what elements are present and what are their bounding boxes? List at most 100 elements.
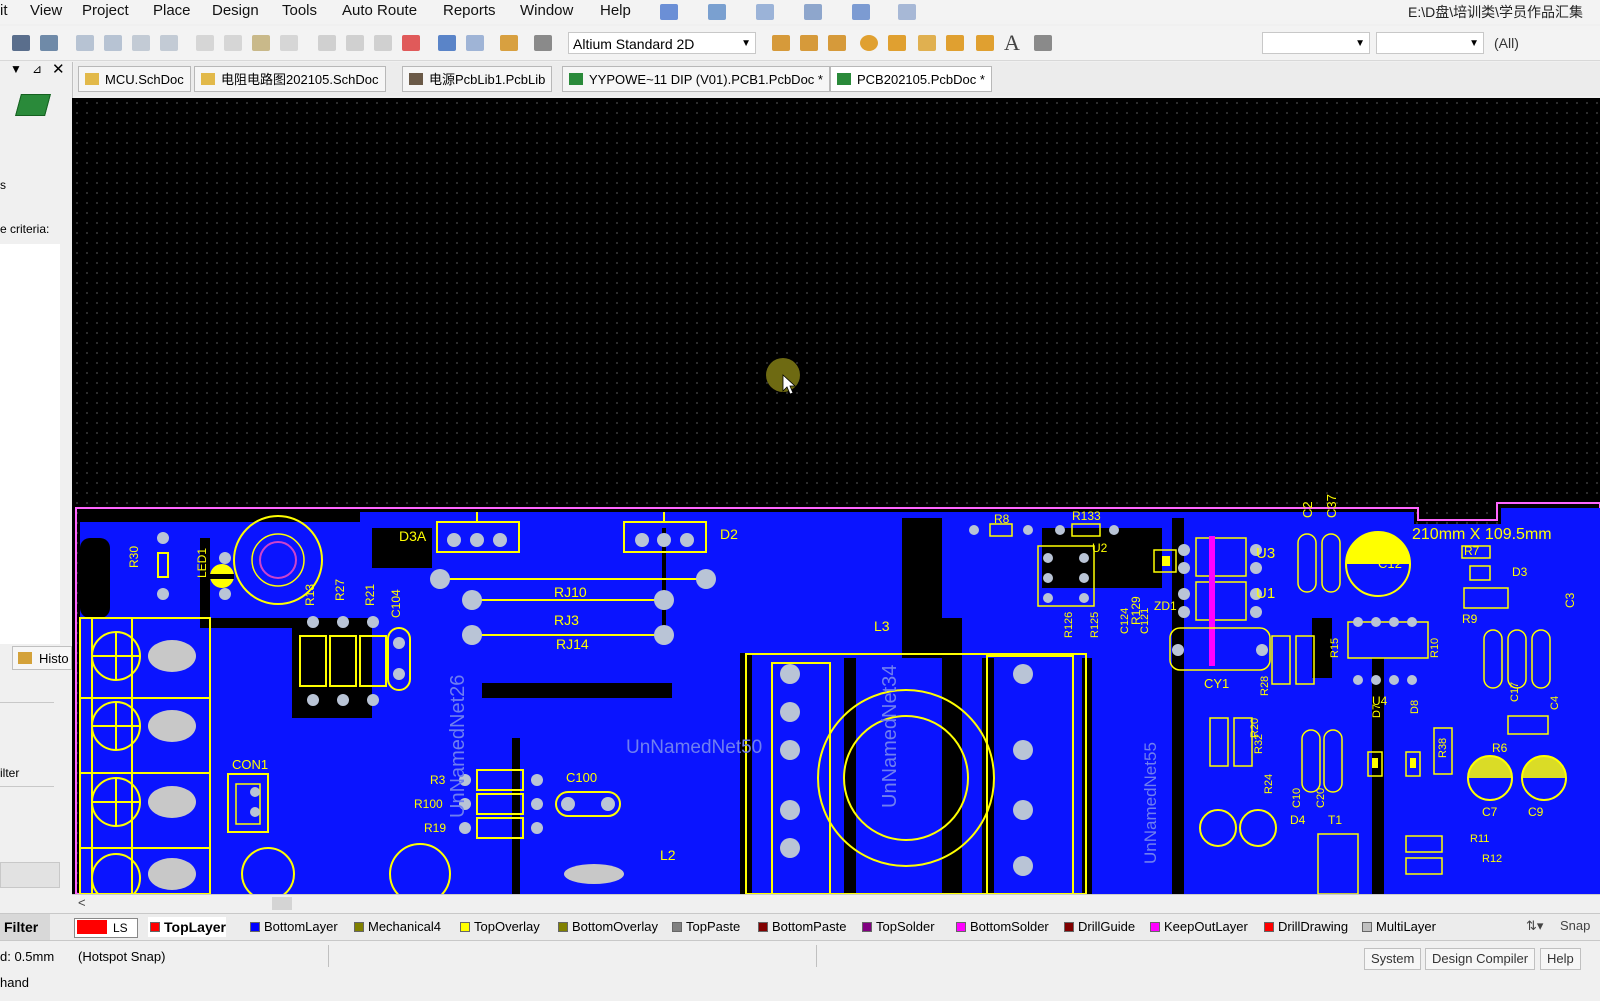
menu-window[interactable]: Window	[520, 2, 573, 19]
divider	[328, 945, 329, 967]
rubber-stamp-icon[interactable]	[280, 35, 298, 51]
tab-yypowe-pcbdoc[interactable]: YYPOWE~11 DIP (V01).PCB1.PcbDoc *	[562, 66, 830, 92]
menu-tools[interactable]: Tools	[282, 2, 317, 19]
layer-tab-mechanical4[interactable]: Mechanical4	[352, 917, 441, 937]
pcb-canvas[interactable]: D3A D2 RJ10 RJ3 RJ14 L3 L2 CON1 R3 R100 R19 C100 R30…	[72, 98, 1600, 894]
scroll-left-icon[interactable]: <	[78, 895, 86, 910]
text-style-icon[interactable]	[756, 4, 774, 20]
chart-icon[interactable]	[660, 4, 678, 20]
route-multiple-icon[interactable]	[800, 35, 818, 51]
pad-icon[interactable]	[860, 35, 878, 51]
move-icon[interactable]	[346, 35, 364, 51]
divider	[0, 786, 54, 787]
layer-tab-toplayer[interactable]: TopLayer	[148, 917, 226, 937]
horizontal-scrollbar[interactable]: <	[72, 894, 1600, 913]
string-icon[interactable]: A	[1004, 30, 1020, 56]
component-label-d7: D7	[1371, 704, 1383, 718]
layer-tab-bar: Filter LS TopLayer BottomLayer Mechanical4…	[0, 913, 1600, 940]
undo-icon[interactable]	[438, 35, 456, 51]
redo-icon[interactable]	[466, 35, 484, 51]
component-label-d8: D8	[1409, 700, 1421, 714]
scroll-thumb[interactable]	[272, 897, 292, 910]
layer-scroll-icon[interactable]: ⇅▾	[1526, 918, 1543, 934]
layer-tab-toppaste[interactable]: TopPaste	[670, 917, 740, 937]
menu-help[interactable]: Help	[600, 2, 631, 19]
component-label-l3: L3	[874, 618, 890, 634]
schematic-icon	[85, 73, 99, 85]
select-area-icon[interactable]	[318, 35, 336, 51]
menu-design[interactable]: Design	[212, 2, 259, 19]
cut-icon[interactable]	[196, 35, 214, 51]
component-label-con1: CON1	[232, 757, 268, 772]
layer-tab-multilayer[interactable]: MultiLayer	[1360, 917, 1436, 937]
design-compiler-button[interactable]: Design Compiler	[1425, 948, 1536, 970]
help-panel-button[interactable]: Help	[1540, 948, 1581, 970]
history-icon	[18, 652, 32, 664]
component-label-r3: R3	[430, 773, 446, 787]
pcb-drawing[interactable]: D3A D2 RJ10 RJ3 RJ14 L3 L2 CON1 R3 R100 R19 C100 R30…	[72, 98, 1600, 894]
menu-view[interactable]: View	[30, 2, 62, 19]
menu-place[interactable]: Place	[153, 2, 191, 19]
system-panel-button[interactable]: System	[1364, 948, 1422, 970]
zoom-selected-icon[interactable]	[132, 35, 150, 51]
layer-tab-drillguide[interactable]: DrillGuide	[1062, 917, 1135, 937]
pin-icon[interactable]: ⊿	[32, 62, 42, 76]
pcb-document-icon	[837, 73, 851, 85]
deselect-icon[interactable]	[374, 35, 392, 51]
pcb-board-icon	[15, 94, 51, 116]
pcb-document-icon	[569, 73, 583, 85]
layer-tab-bottomoverlay[interactable]: BottomOverlay	[556, 917, 658, 937]
layer-tab-bottompaste[interactable]: BottomPaste	[756, 917, 846, 937]
apply-box[interactable]	[0, 862, 60, 888]
layer-select[interactable]: ▼	[1262, 32, 1370, 54]
grid-icon[interactable]	[898, 4, 916, 20]
paste-icon[interactable]	[252, 35, 270, 51]
zoom-area-icon[interactable]	[104, 35, 122, 51]
fill-icon[interactable]	[946, 35, 964, 51]
layer-tab-bottomlayer[interactable]: BottomLayer	[248, 917, 338, 937]
polygon-icon[interactable]	[976, 35, 994, 51]
view-mode-select[interactable]: Altium Standard 2D ▼	[568, 32, 756, 54]
filter-all-label[interactable]: (All)	[1494, 35, 1519, 51]
zoom-filter-icon[interactable]	[160, 35, 178, 51]
layer-tab-drilldrawing[interactable]: DrillDrawing	[1262, 917, 1348, 937]
interactive-route-icon[interactable]	[772, 35, 790, 51]
history-tab[interactable]: Histo	[12, 646, 72, 670]
menu-auto-route[interactable]: Auto Route	[342, 2, 417, 19]
menu-reports[interactable]: Reports	[443, 2, 496, 19]
chevron-down-icon: ▼	[1355, 38, 1365, 49]
array-icon[interactable]	[1034, 35, 1052, 51]
zoom-fit-icon[interactable]	[76, 35, 94, 51]
layer-tab-topoverlay[interactable]: TopOverlay	[458, 917, 540, 937]
tab-power-pcblib[interactable]: 电源PcbLib1.PcbLib	[402, 66, 553, 92]
layer-tab-bottomsolder[interactable]: BottomSolder	[954, 917, 1049, 937]
tab-label: YYPOWE~11 DIP (V01).PCB1.PcbDoc *	[589, 72, 823, 87]
close-icon[interactable]: ✕	[52, 60, 65, 78]
layer-set-button[interactable]: LS	[74, 918, 138, 938]
distribute-icon[interactable]	[804, 4, 822, 20]
filter-button[interactable]: Filter	[0, 914, 50, 940]
class-select[interactable]: ▼	[1376, 32, 1484, 54]
arc-icon[interactable]	[918, 35, 936, 51]
tab-pcb202105-pcbdoc[interactable]: PCB202105.PcbDoc *	[830, 66, 992, 92]
room-icon[interactable]	[852, 4, 870, 20]
cross-probe-icon[interactable]	[500, 35, 518, 51]
align-icon[interactable]	[708, 4, 726, 20]
component-label-r6: R6	[1492, 741, 1508, 755]
save-icon[interactable]	[40, 35, 58, 51]
browse-icon[interactable]	[534, 35, 552, 51]
snap-label[interactable]: Snap	[1560, 918, 1590, 933]
layer-tab-keepoutlayer[interactable]: KeepOutLayer	[1148, 917, 1248, 937]
open-icon[interactable]	[12, 35, 30, 51]
criteria-box[interactable]	[0, 244, 60, 644]
menu-project[interactable]: Project	[82, 2, 129, 19]
menu-edit[interactable]: it	[0, 2, 8, 19]
clear-icon[interactable]	[402, 35, 420, 51]
via-icon[interactable]	[888, 35, 906, 51]
tab-resistor-schdoc[interactable]: 电阻电路图202105.SchDoc	[194, 66, 386, 92]
copy-icon[interactable]	[224, 35, 242, 51]
panel-menu-icon[interactable]: ▼	[10, 62, 22, 76]
diff-pair-icon[interactable]	[828, 35, 846, 51]
tab-mcu-schdoc[interactable]: MCU.SchDoc	[78, 66, 191, 92]
layer-tab-topsolder[interactable]: TopSolder	[860, 917, 935, 937]
